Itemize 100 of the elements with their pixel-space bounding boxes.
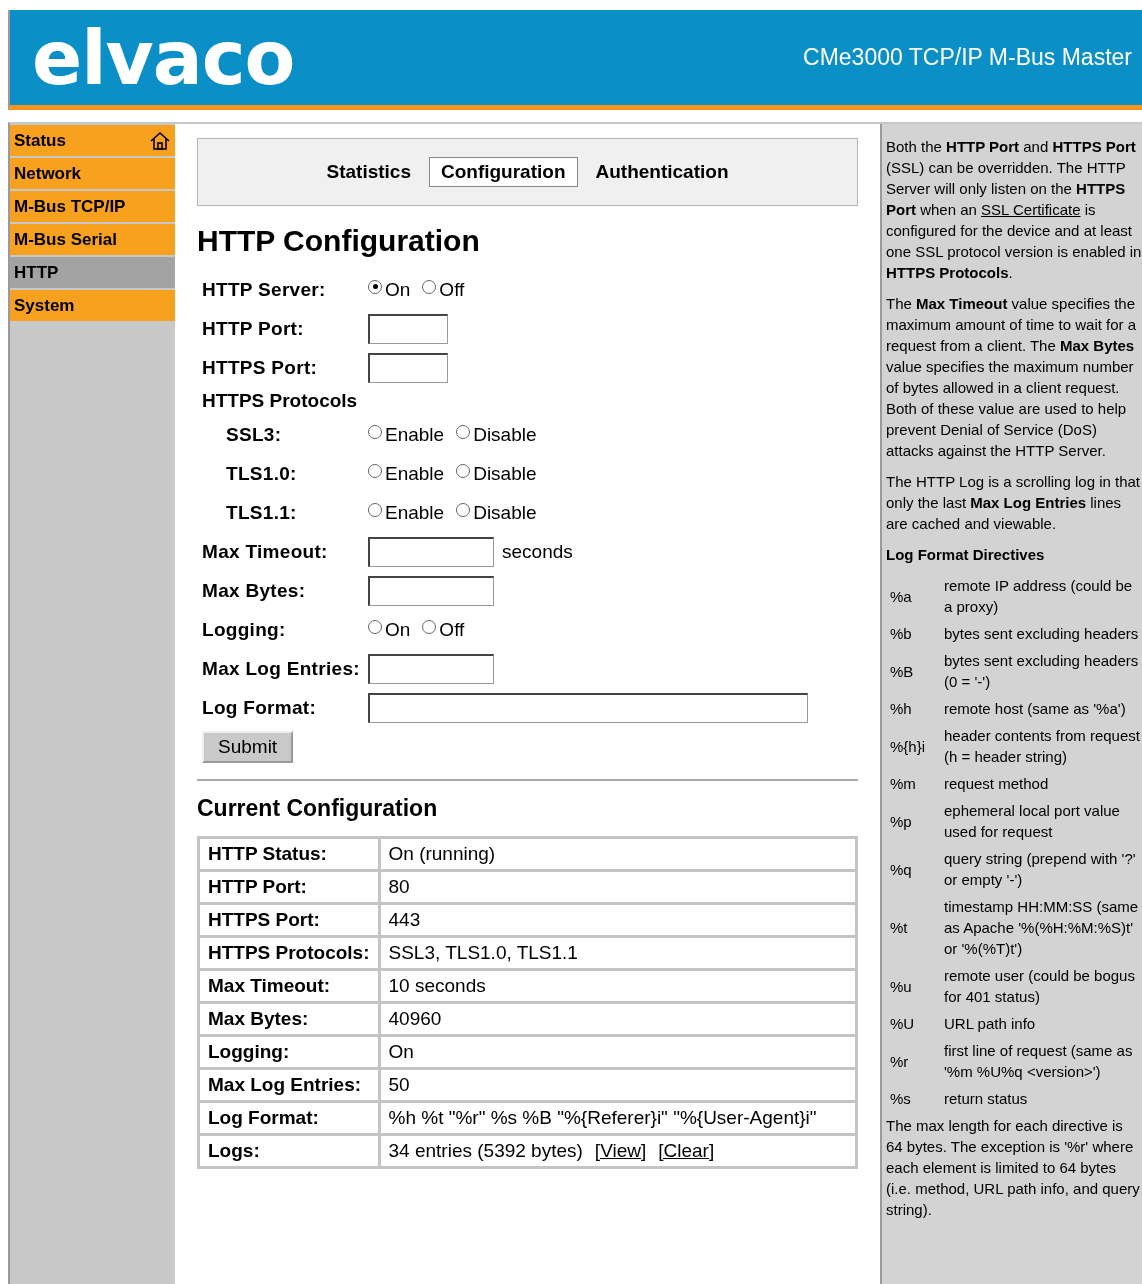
table-cell: HTTPS Port: (198, 903, 379, 937)
table-cell: Log Format: (198, 1101, 379, 1135)
directive-description: bytes sent excluding headers (0 = '-') (944, 651, 1140, 692)
unit-label: seconds (502, 540, 573, 563)
field-label: TLS1.1: (226, 501, 298, 524)
table-cell: Logs: (198, 1134, 379, 1168)
directive-description: return status (944, 1089, 1029, 1109)
table-cell: 443 (379, 903, 857, 937)
tab[interactable]: Statistics (314, 157, 423, 187)
input-field[interactable] (368, 536, 494, 567)
submit-button[interactable]: Submit (202, 731, 294, 763)
table-cell: %h %t "%r" %s %B "%{Referer}i" "%{User-Agent}i" (379, 1101, 857, 1135)
table-cell: 80 (379, 870, 857, 904)
cell-value: 34 entries (5392 bytes) (388, 1140, 583, 1161)
directive-code: %p (889, 811, 913, 832)
nav-item[interactable]: System (10, 290, 175, 321)
field-label: SSL3: (226, 423, 283, 446)
directive-description: timestamp HH:MM:SS (same as Apache '%(%H:%M:%S)t' or '%(%T)t') (944, 897, 1140, 959)
radio-button[interactable] (456, 463, 471, 478)
directive-code: %U (889, 1014, 916, 1034)
directive-code: %u (889, 976, 913, 997)
field-label: Logging: (202, 618, 287, 641)
directive-code: %m (889, 774, 917, 794)
field-label: TLS1.0: (226, 462, 298, 485)
nav-item[interactable]: M-Bus Serial (10, 224, 175, 255)
help-paragraph: The HTTP Log is a scrolling log in that only the last Max Log Entries lines are cached and viewable. (886, 472, 1141, 534)
radio-button[interactable] (456, 502, 471, 517)
directive-code: %q (889, 859, 913, 880)
directive-description: first line of request (same as '%m %U%q <version>') (944, 1041, 1134, 1082)
table-cell: On (379, 1035, 857, 1069)
section-label: HTTPS Protocols (201, 390, 359, 412)
input-field[interactable] (368, 352, 448, 383)
table-cell: On (running) (379, 837, 857, 871)
radio-label: Disable (473, 462, 537, 485)
table-cell: SSL3, TLS1.0, TLS1.1 (379, 936, 857, 970)
table-cell: HTTP Status: (198, 837, 379, 871)
radio-button[interactable] (368, 619, 382, 634)
directive-code: %t (889, 918, 909, 938)
field-label: Max Bytes: (202, 579, 307, 602)
section-title: Current Configuration (197, 795, 439, 822)
tab[interactable]: Configuration (428, 157, 578, 187)
directive-description: remote IP address (could be a proxy) (944, 576, 1134, 617)
nav-item[interactable]: M-Bus TCP/IP (10, 191, 175, 222)
radio-button[interactable] (422, 619, 437, 634)
directive-description: request method (944, 774, 1050, 794)
table-cell: Max Log Entries: (198, 1068, 379, 1102)
help-paragraph: The Max Timeout value specifies the maximum amount of time to wait for a request from a client. The Max Bytes value specifies the maximum number of bytes allowed in a client request. Both of these value are used to help prevent Denial of Service (DoS) attacks against the HTTP Server. (886, 294, 1138, 461)
directive-code: %B (889, 661, 915, 682)
page-title: HTTP Configuration (197, 224, 481, 258)
radio-button[interactable] (368, 424, 382, 439)
directive-description: remote user (could be bogus for 401 status) (944, 966, 1136, 1007)
certificate-link[interactable]: SSL Certificate (981, 201, 1081, 218)
directive-code: %h (889, 699, 913, 719)
radio-button[interactable] (422, 279, 437, 294)
directive-description: remote host (same as '%a') (944, 699, 1127, 719)
nav-item[interactable]: Network (10, 158, 175, 189)
log-link[interactable]: [View] (594, 1140, 647, 1161)
radio-label: Off (439, 278, 465, 301)
input-field[interactable] (368, 692, 808, 723)
logo: elvaco (32, 14, 295, 101)
field-label: Max Timeout: (202, 540, 329, 563)
radio-label: Disable (473, 501, 537, 524)
table-cell: Max Bytes: (198, 1002, 379, 1036)
tab[interactable]: Authentication (583, 157, 741, 187)
directive-description: ephemeral local port value used for request (944, 801, 1121, 842)
input-field[interactable] (368, 313, 448, 344)
radio-label: Enable (385, 423, 445, 446)
help-paragraph: Both the HTTP Port and HTTPS Port (SSL) can be overridden. The HTTP Server will only listen on the HTTPS Port when an SSL Certificate is configured for the device and at least one SSL protocol version is enabled in HTTPS Protocols. (886, 137, 1142, 283)
field-label: HTTP Server: (202, 278, 327, 301)
radio-label: Off (439, 618, 465, 641)
field-label: Max Log Entries: (202, 657, 361, 680)
table-cell: HTTPS Protocols: (198, 936, 379, 970)
input-field[interactable] (368, 575, 494, 606)
product-title: CMe3000 TCP/IP M-Bus Master (803, 44, 1132, 71)
field-label: HTTP Port: (202, 317, 305, 340)
radio-label: On (385, 278, 411, 301)
directive-code: %s (889, 1089, 912, 1109)
radio-label: Disable (473, 423, 537, 446)
directives-title: Log Format Directives (886, 545, 1046, 565)
radio-button[interactable] (368, 502, 382, 517)
table-cell: Max Timeout: (198, 969, 379, 1003)
input-field[interactable] (368, 653, 494, 684)
table-cell: 50 (379, 1068, 857, 1102)
directive-code: %b (889, 624, 913, 644)
nav-item[interactable]: Status (10, 125, 175, 156)
radio-button[interactable] (368, 279, 382, 294)
table-cell: HTTP Port: (198, 870, 379, 904)
directive-code: %{h}i (889, 736, 927, 757)
help-paragraph: The max length for each directive is 64 bytes. The exception is '%r' where each element is limited to 64 bytes (i.e. method, URL path info, and query string). (886, 1116, 1141, 1220)
radio-button[interactable] (368, 463, 382, 478)
directive-description: bytes sent excluding headers (944, 624, 1140, 644)
field-label: Log Format: (202, 696, 318, 719)
table-cell: 10 seconds (379, 969, 857, 1003)
nav-item[interactable]: HTTP (10, 257, 175, 288)
field-label: HTTPS Port: (202, 356, 319, 379)
radio-label: On (385, 618, 411, 641)
radio-label: Enable (385, 462, 445, 485)
table-cell: 40960 (379, 1002, 857, 1036)
log-link[interactable]: [Clear] (658, 1140, 715, 1161)
radio-button[interactable] (456, 424, 471, 439)
